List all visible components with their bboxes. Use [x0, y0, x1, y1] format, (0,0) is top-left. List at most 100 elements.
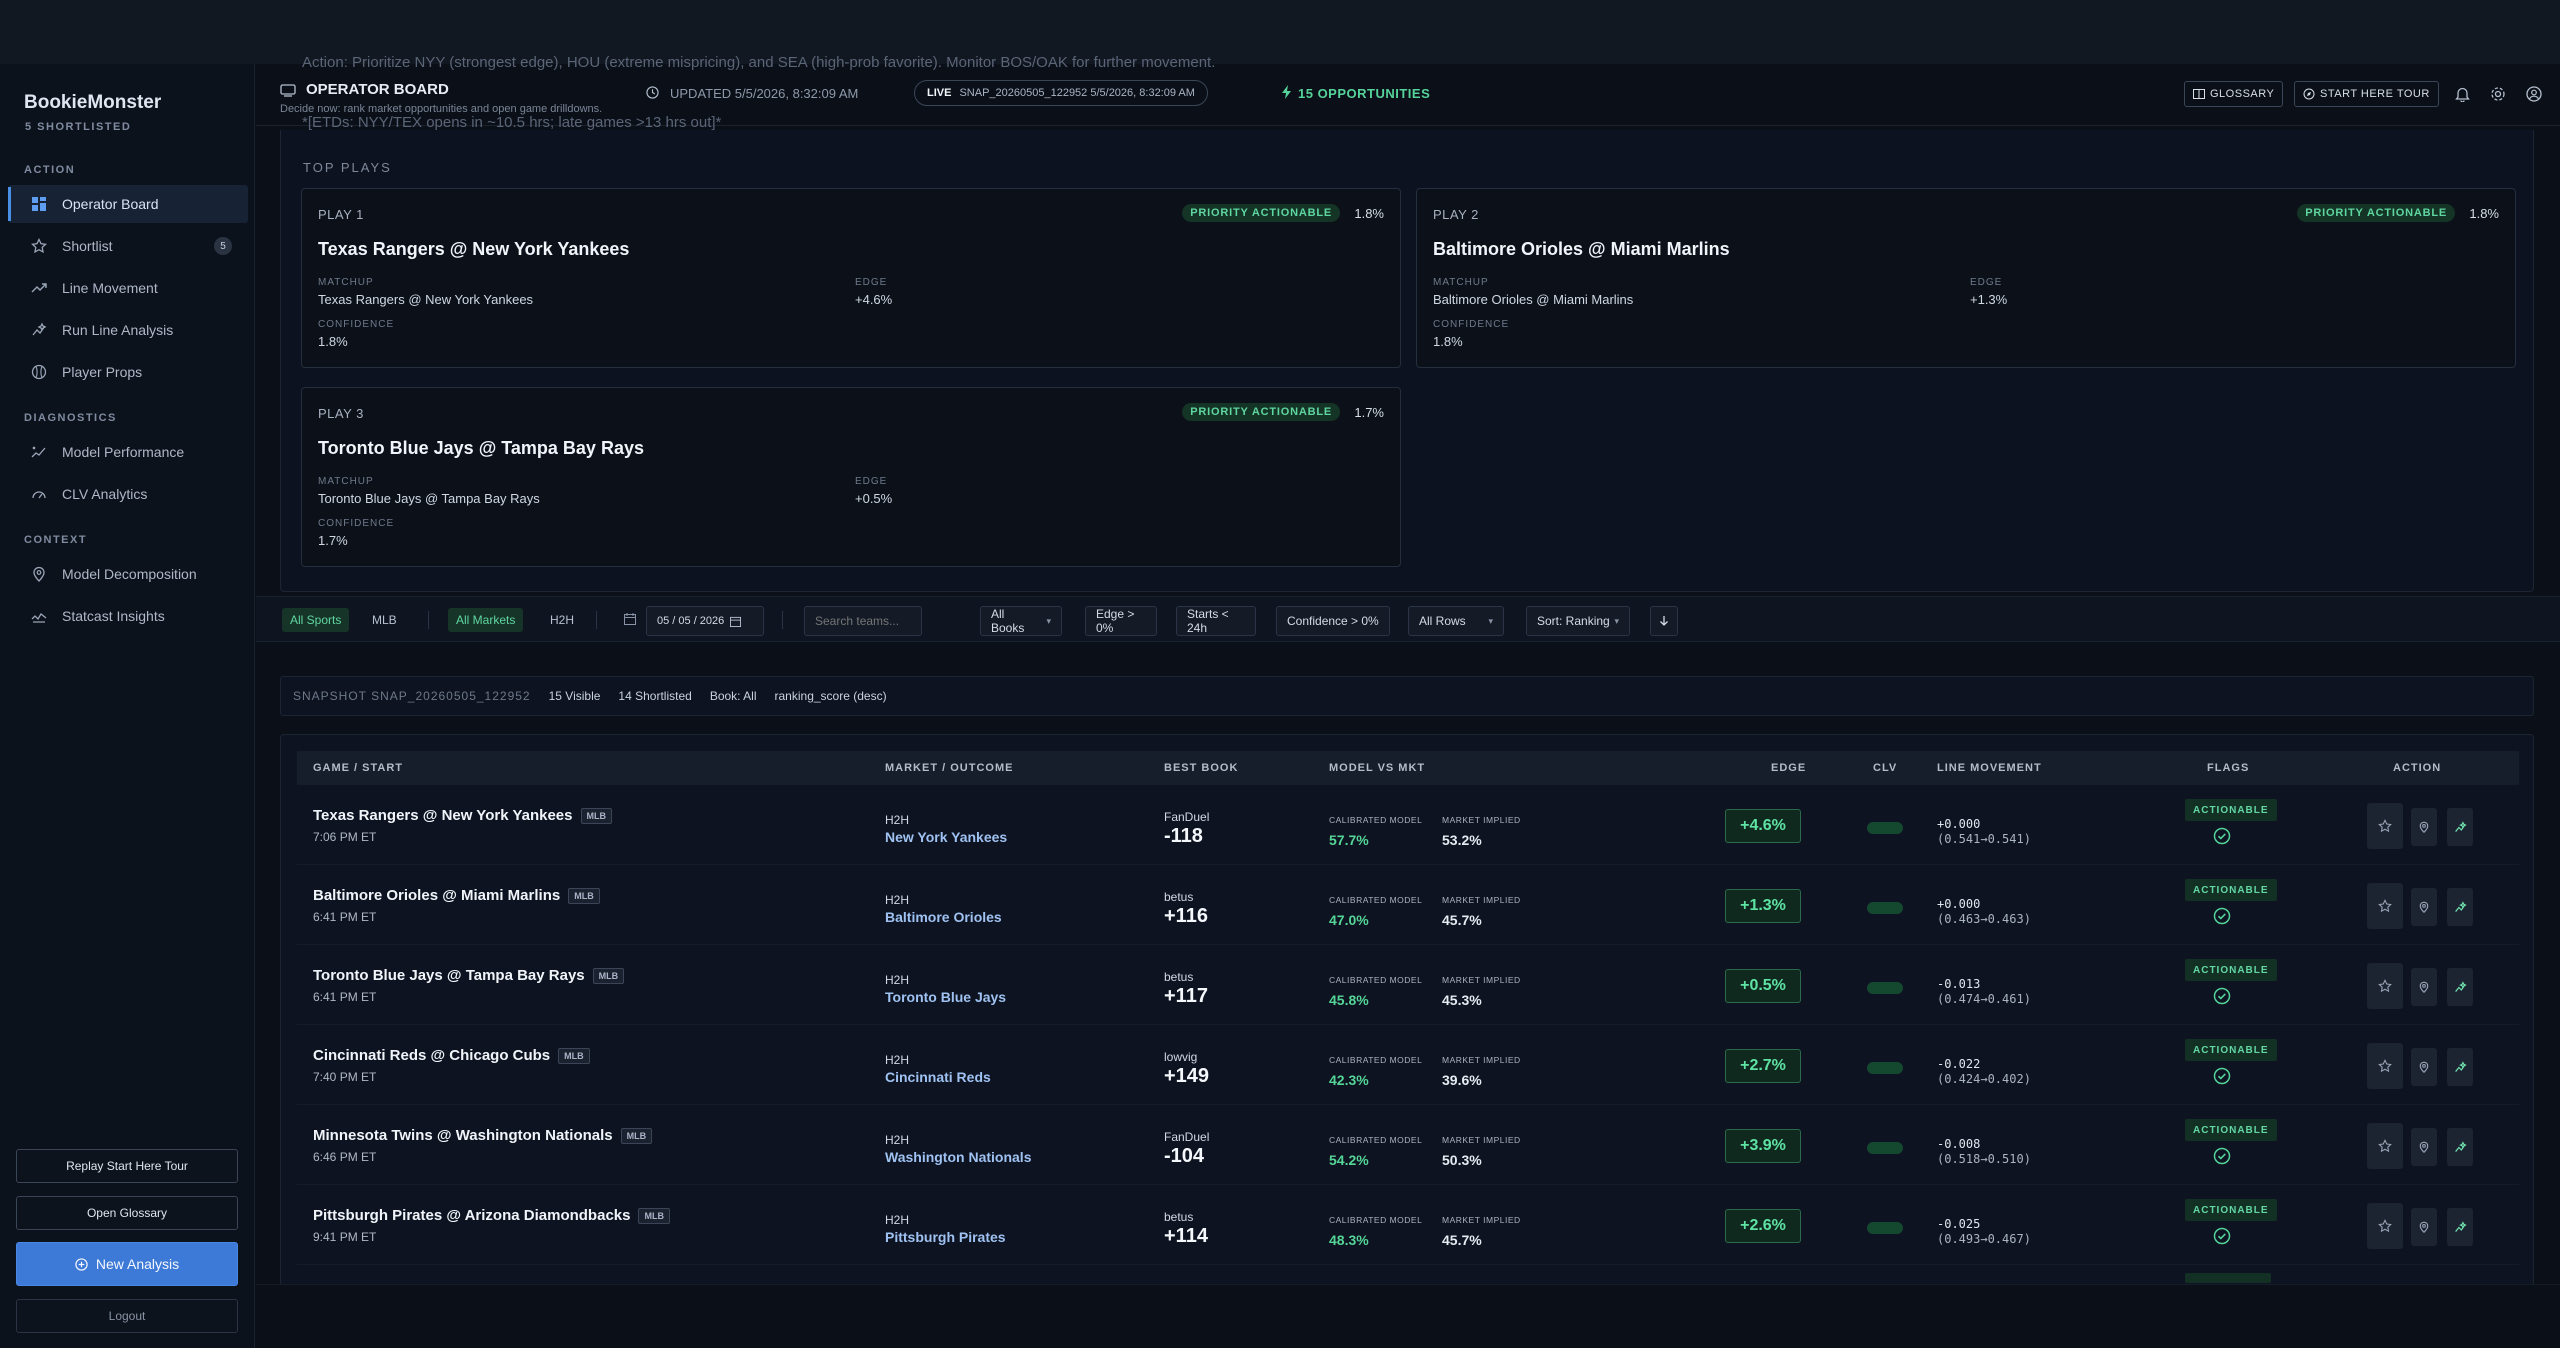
sort-select[interactable]: Sort: Ranking ▾ [1526, 606, 1630, 636]
sidebar-item-statcast-insights[interactable]: Statcast Insights [8, 597, 248, 635]
line-analysis-button[interactable] [2447, 1048, 2473, 1086]
line-analysis-button[interactable] [2447, 1128, 2473, 1166]
outcome-link[interactable]: Washington Nationals [885, 1149, 1031, 1165]
glossary-button[interactable]: GLOSSARY [2184, 81, 2284, 107]
game-name[interactable]: Cincinnati Reds @ Chicago Cubs MLB [313, 1047, 590, 1065]
confidence-filter[interactable]: Confidence > 0% [1276, 606, 1390, 636]
filter-mlb[interactable]: MLB [364, 608, 405, 632]
new-analysis-button[interactable]: New Analysis [16, 1242, 238, 1286]
rows-select[interactable]: All Rows ▾ [1408, 606, 1504, 636]
line-analysis-button[interactable] [2447, 888, 2473, 926]
header-edge: EDGE [1771, 762, 1807, 774]
top-plays-panel: TOP PLAYS PLAY 1 PRIORITY ACTIONABLE 1.8… [280, 130, 2534, 592]
edge-filter[interactable]: Edge > 0% [1085, 606, 1157, 636]
implied-value: 45.7% [1442, 912, 1482, 928]
calendar-icon [624, 613, 636, 625]
edge-label: EDGE [855, 476, 888, 487]
game-name[interactable]: Texas Rangers @ New York Yankees MLB [313, 807, 612, 825]
drilldown-button[interactable] [2411, 888, 2437, 926]
search-input[interactable] [804, 606, 922, 636]
snapshot-summary: SNAPSHOT SNAP_20260505_122952 15 Visible… [280, 676, 2534, 716]
table-row[interactable]: Texas Rangers @ New York Yankees MLB 7:06 … [297, 785, 2519, 865]
game-name[interactable]: Minnesota Twins @ Washington Nationals ML… [313, 1127, 653, 1145]
start-time: 7:40 PM ET [313, 1070, 377, 1084]
actionable-flag: ACTIONABLE [2185, 1199, 2277, 1221]
shortlist-star-button[interactable] [2367, 803, 2403, 849]
implied-value: 39.6% [1442, 1072, 1482, 1088]
starts-filter[interactable]: Starts < 24h [1176, 606, 1256, 636]
sidebar-item-player-props[interactable]: Player Props [8, 353, 248, 391]
book-icon [2193, 89, 2205, 99]
table-row[interactable]: Pittsburgh Pirates @ Arizona Diamondback… [297, 1185, 2519, 1265]
line-analysis-button[interactable] [2447, 1208, 2473, 1246]
table-row[interactable]: Minnesota Twins @ Washington Nationals ML… [297, 1105, 2519, 1185]
sidebar-item-model-performance[interactable]: Model Performance [8, 433, 248, 471]
filter-all-markets[interactable]: All Markets [448, 608, 524, 632]
sidebar-item-run-line-analysis[interactable]: Run Line Analysis [8, 311, 248, 349]
drilldown-button[interactable] [2411, 1128, 2437, 1166]
game-name[interactable]: Baltimore Orioles @ Miami Marlins MLB [313, 887, 600, 905]
sidebar-item-label: Model Performance [62, 444, 185, 460]
game-name[interactable]: Toronto Blue Jays @ Tampa Bay Rays MLB [313, 967, 625, 985]
sidebar-item-label: CLV Analytics [62, 486, 148, 502]
filter-all-sports[interactable]: All Sports [282, 608, 350, 632]
check-circle-icon [2213, 1227, 2231, 1245]
outcome-link[interactable]: Baltimore Orioles [885, 909, 1002, 925]
clv-indicator [1867, 1062, 1903, 1074]
actionable-flag: ACTIONABLE [2185, 1039, 2277, 1061]
sidebar-item-operator-board[interactable]: Operator Board [8, 185, 248, 223]
play-card[interactable]: PLAY 3 PRIORITY ACTIONABLE 1.7% Toronto … [301, 387, 1401, 567]
sidebar-item-clv-analytics[interactable]: CLV Analytics [8, 475, 248, 513]
date-picker[interactable]: 05 / 05 / 2026 [646, 606, 764, 636]
matchup-label: MATCHUP [318, 476, 374, 487]
sidebar-item-label: Model Decomposition [62, 566, 197, 582]
pin-icon [2418, 1221, 2430, 1233]
outcome-link[interactable]: New York Yankees [885, 829, 1007, 845]
clv-indicator [1867, 1142, 1903, 1154]
shortlist-star-button[interactable] [2367, 1043, 2403, 1089]
play-percent: 1.7% [1354, 405, 1384, 420]
confidence-label: CONFIDENCE [318, 319, 395, 330]
sort-direction-button[interactable] [1650, 606, 1678, 636]
line-analysis-button[interactable] [2447, 808, 2473, 846]
play-card[interactable]: PLAY 1 PRIORITY ACTIONABLE 1.8% Texas Ra… [301, 188, 1401, 368]
sidebar-item-shortlist[interactable]: Shortlist 5 [8, 227, 248, 265]
sidebar-item-line-movement[interactable]: Line Movement [8, 269, 248, 307]
check-circle-icon [2213, 827, 2231, 845]
line-move-delta: +0.000 [1937, 817, 1981, 831]
gear-icon[interactable] [2488, 84, 2508, 104]
outcome-link[interactable]: Pittsburgh Pirates [885, 1229, 1006, 1245]
table-row[interactable]: Toronto Blue Jays @ Tampa Bay Rays MLB 6:4… [297, 945, 2519, 1025]
shortlist-star-button[interactable] [2367, 1203, 2403, 1249]
drilldown-button[interactable] [2411, 1048, 2437, 1086]
table-row[interactable]: Baltimore Orioles @ Miami Marlins MLB 6:41… [297, 865, 2519, 945]
logout-button[interactable]: Logout [16, 1299, 238, 1333]
drilldown-button[interactable] [2411, 968, 2437, 1006]
game-name[interactable]: Pittsburgh Pirates @ Arizona Diamondback… [313, 1207, 670, 1225]
shortlist-star-button[interactable] [2367, 1123, 2403, 1169]
open-glossary-button[interactable]: Open Glossary [16, 1196, 238, 1230]
implied-label: MARKET IMPLIED [1442, 1215, 1521, 1225]
line-move-delta: -0.022 [1937, 1057, 1981, 1071]
outcome-link[interactable]: Cincinnati Reds [885, 1069, 991, 1085]
sidebar-item-model-decomposition[interactable]: Model Decomposition [8, 555, 248, 593]
table-row[interactable]: Cincinnati Reds @ Chicago Cubs MLB 7:40 PM… [297, 1025, 2519, 1105]
outcome-link[interactable]: Toronto Blue Jays [885, 989, 1006, 1005]
best-odds: -118 [1164, 825, 1203, 847]
shortlist-star-button[interactable] [2367, 883, 2403, 929]
priority-badge: PRIORITY ACTIONABLE [2297, 204, 2455, 222]
drilldown-button[interactable] [2411, 1208, 2437, 1246]
line-analysis-button[interactable] [2447, 968, 2473, 1006]
start-tour-button[interactable]: START HERE TOUR [2294, 81, 2439, 107]
filter-h2h[interactable]: H2H [542, 608, 582, 632]
best-book: betus [1164, 890, 1194, 904]
replay-tour-button[interactable]: Replay Start Here Tour [16, 1149, 238, 1183]
drilldown-button[interactable] [2411, 808, 2437, 846]
user-icon[interactable] [2524, 84, 2544, 104]
bell-icon[interactable] [2452, 84, 2472, 104]
header-best-book: BEST BOOK [1164, 762, 1239, 774]
play-card[interactable]: PLAY 2 PRIORITY ACTIONABLE 1.8% Baltimor… [1416, 188, 2516, 368]
best-odds: +114 [1164, 1225, 1208, 1247]
shortlist-star-button[interactable] [2367, 963, 2403, 1009]
books-select[interactable]: All Books ▾ [980, 606, 1062, 636]
